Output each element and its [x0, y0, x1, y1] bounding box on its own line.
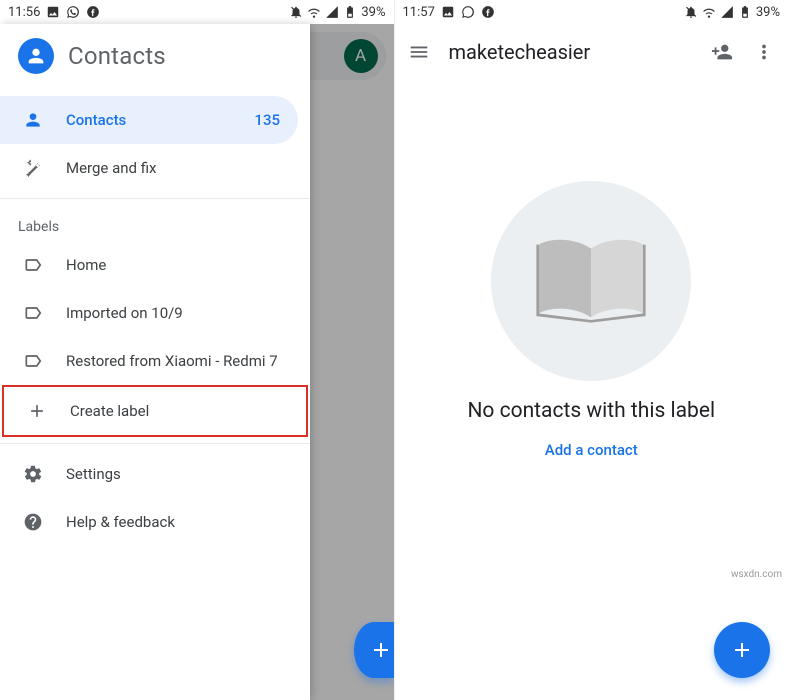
nav-contacts-count: 135	[254, 111, 280, 129]
nav-create-label[interactable]: Create label	[4, 387, 306, 435]
nav-settings[interactable]: Settings	[0, 450, 310, 498]
nav-help-label: Help & feedback	[66, 513, 175, 531]
label-item-text: Imported on 10/9	[66, 304, 183, 322]
empty-illustration	[491, 181, 691, 381]
divider	[0, 198, 310, 199]
label-item-imported[interactable]: Imported on 10/9	[0, 289, 310, 337]
battery-icon	[343, 5, 357, 19]
open-book-icon	[526, 216, 656, 346]
nav-settings-label: Settings	[66, 465, 121, 483]
label-icon	[22, 302, 44, 324]
status-battery-pct: 39%	[361, 5, 385, 20]
gallery-icon	[46, 5, 60, 19]
screen-label-view: 11:57 39% maketecheasier No contacts wit…	[395, 0, 788, 700]
screen-drawer: 11:56 39% A Contacts	[0, 0, 395, 700]
empty-title: No contacts with this label	[467, 399, 715, 423]
add-contact-link[interactable]: Add a contact	[545, 441, 638, 459]
contacts-logo-icon	[18, 38, 54, 74]
label-icon	[22, 350, 44, 372]
navigation-drawer: Contacts Contacts 135 Merge and fix Labe…	[0, 24, 310, 700]
status-time: 11:56	[8, 5, 40, 20]
signal-icon	[325, 5, 339, 19]
nav-create-label-text: Create label	[70, 402, 149, 420]
gear-icon	[22, 463, 44, 485]
nav-contacts-label: Contacts	[66, 111, 126, 129]
plus-icon	[26, 400, 48, 422]
help-icon	[22, 511, 44, 533]
person-icon	[22, 109, 44, 131]
dnd-icon	[289, 5, 303, 19]
watermark: wsxdn.com	[731, 569, 782, 580]
drawer-title: Contacts	[68, 42, 166, 70]
nav-help[interactable]: Help & feedback	[0, 498, 310, 546]
fab-add-contact[interactable]	[354, 622, 394, 678]
wifi-icon	[307, 5, 321, 19]
status-bar: 11:56 39%	[0, 0, 394, 24]
label-icon	[22, 254, 44, 276]
magic-wand-icon	[22, 157, 44, 179]
drawer-header: Contacts	[0, 24, 310, 92]
label-item-text: Restored from Xiaomi - Redmi 7	[66, 352, 278, 370]
highlight-create-label: Create label	[2, 385, 308, 437]
nav-contacts[interactable]: Contacts 135	[0, 96, 298, 144]
divider	[0, 443, 310, 444]
label-item-restored[interactable]: Restored from Xiaomi - Redmi 7	[0, 337, 310, 385]
nav-merge-label: Merge and fix	[66, 159, 156, 177]
label-item-text: Home	[66, 256, 106, 274]
labels-header: Labels	[0, 205, 310, 241]
fab-add-contact[interactable]	[714, 622, 770, 678]
whatsapp-icon	[66, 5, 80, 19]
label-item-home[interactable]: Home	[0, 241, 310, 289]
nav-merge-fix[interactable]: Merge and fix	[0, 144, 310, 192]
facebook-icon	[86, 5, 100, 19]
empty-state: No contacts with this label Add a contac…	[395, 0, 788, 700]
